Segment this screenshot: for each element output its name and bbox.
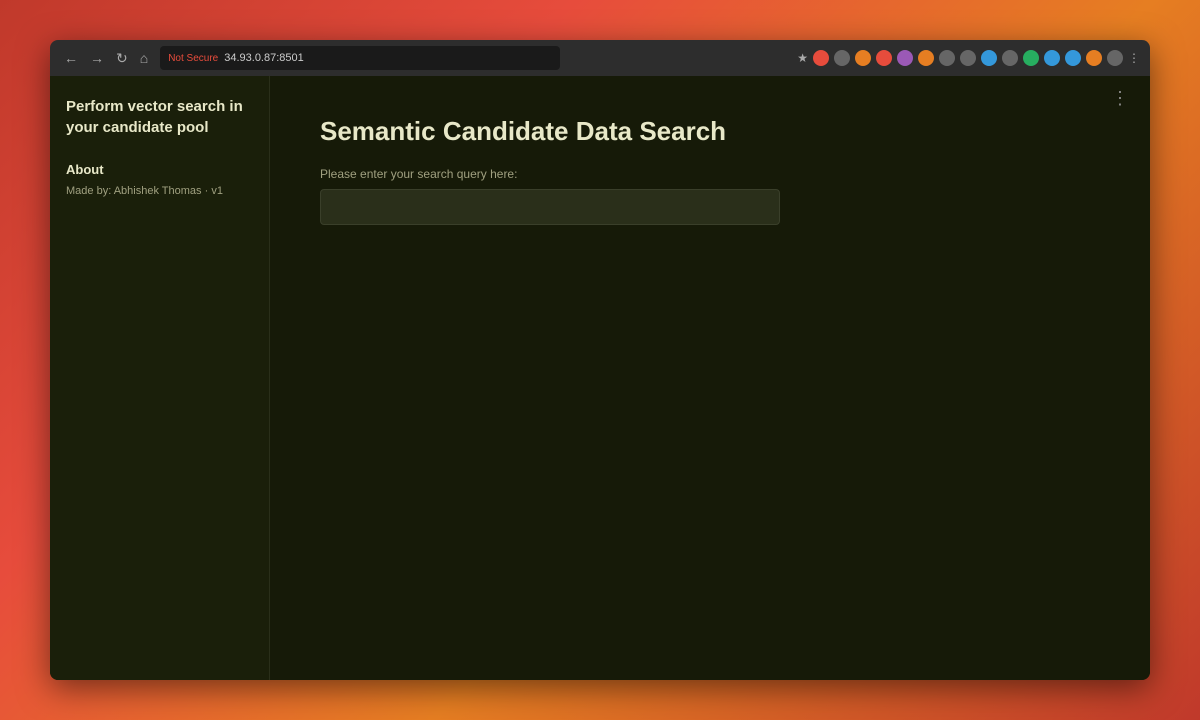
search-input[interactable] (320, 189, 780, 225)
main-content: ⋮ Semantic Candidate Data Search Please … (270, 76, 1150, 680)
back-button[interactable]: ← (60, 48, 82, 68)
sidebar-title: Perform vector search in your candidate … (66, 96, 253, 138)
extension-icon-10[interactable] (1002, 50, 1018, 66)
extension-icon-7[interactable] (939, 50, 955, 66)
browser-chrome: ← → ↻ ⌂ Not Secure 34.93.0.87:8501 ★ (50, 40, 1150, 76)
extension-icon-6[interactable] (918, 50, 934, 66)
extension-icon-8[interactable] (960, 50, 976, 66)
extension-icon-1[interactable] (813, 50, 829, 66)
extension-icon-3[interactable] (855, 50, 871, 66)
reload-button[interactable]: ↻ (112, 48, 132, 69)
extension-icon-11[interactable] (1023, 50, 1039, 66)
extension-icon-13[interactable] (1065, 50, 1081, 66)
forward-button[interactable]: → (86, 48, 108, 68)
extension-icon-15[interactable] (1107, 50, 1123, 66)
page-title: Semantic Candidate Data Search (320, 116, 1100, 147)
sidebar-made-by: Made by: Abhishek Thomas · v1 (66, 185, 253, 197)
extension-icon-9[interactable] (981, 50, 997, 66)
browser-window: ← → ↻ ⌂ Not Secure 34.93.0.87:8501 ★ (50, 40, 1150, 680)
extension-icon-4[interactable] (876, 50, 892, 66)
menu-icon[interactable]: ⋮ (1128, 51, 1140, 65)
address-bar[interactable]: Not Secure 34.93.0.87:8501 (160, 46, 560, 70)
extension-icon-5[interactable] (897, 50, 913, 66)
sidebar-about-label: About (66, 162, 253, 177)
three-dots-menu[interactable]: ⋮ (1111, 88, 1130, 109)
bookmark-icon[interactable]: ★ (797, 51, 808, 65)
search-label: Please enter your search query here: (320, 167, 1100, 181)
sidebar: Perform vector search in your candidate … (50, 76, 270, 680)
not-secure-label: Not Secure (168, 53, 218, 64)
home-button[interactable]: ⌂ (136, 48, 152, 68)
browser-body: Perform vector search in your candidate … (50, 76, 1150, 680)
extension-icon-14[interactable] (1086, 50, 1102, 66)
extension-icon-2[interactable] (834, 50, 850, 66)
url-text: 34.93.0.87:8501 (224, 52, 304, 64)
browser-toolbar-right: ★ ⋮ (797, 50, 1140, 66)
extension-icon-12[interactable] (1044, 50, 1060, 66)
nav-buttons: ← → ↻ ⌂ (60, 48, 152, 69)
